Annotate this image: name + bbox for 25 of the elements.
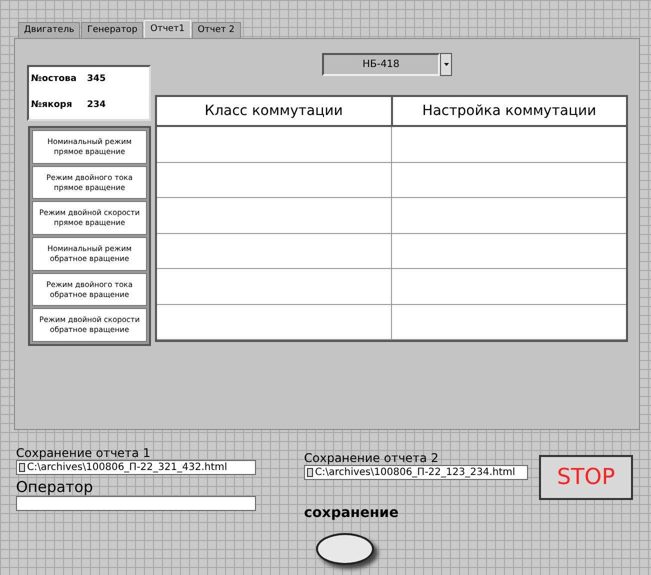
caret-icon [444, 63, 448, 66]
info-label: №остова [31, 73, 78, 86]
file-icon [19, 463, 25, 472]
tab[interactable]: Отчет 2 [192, 22, 241, 38]
column-header: Настройка коммутации [390, 97, 626, 125]
path-field[interactable]: C:\archives\100806_П-22_321_432.html [16, 460, 256, 475]
path-text: C:\archives\100806_П-22_321_432.html [27, 462, 228, 472]
field-label: Сохранение отчета 1 [16, 446, 152, 460]
path-field[interactable]: C:\archives\100806_П-22_123_234.html [304, 465, 528, 480]
path-text: C:\archives\100806_П-22_123_234.html [315, 468, 516, 478]
column-header: Класс коммутации [204, 102, 344, 120]
operator-field[interactable] [16, 496, 256, 511]
field-label: Оператор [16, 478, 94, 496]
tab[interactable]: Генератор [81, 22, 144, 38]
save-label: сохранение [304, 504, 399, 523]
field-label: Сохранение отчета 2 [304, 451, 440, 465]
file-icon [307, 468, 313, 477]
tab[interactable]: Отчет1 [144, 20, 191, 38]
save-toggle[interactable] [316, 533, 374, 565]
info-value: 345 [87, 73, 106, 86]
model-dropdown[interactable]: НБ-418 [322, 53, 440, 76]
tab[interactable]: Двигатель [18, 22, 80, 38]
info-value: 234 [87, 99, 106, 112]
info-label: №якоря [31, 99, 74, 112]
dropdown-arrow-button[interactable] [440, 53, 452, 76]
